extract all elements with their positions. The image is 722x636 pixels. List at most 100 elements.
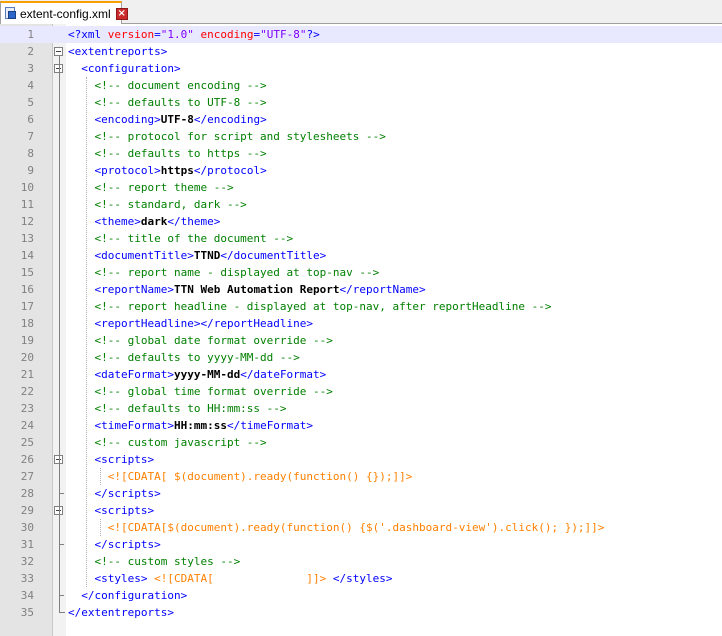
code-editor[interactable]: 1 <?xml version="1.0" encoding="UTF-8"?> 2… (0, 24, 722, 636)
code-text: <!-- document encoding --> (68, 77, 266, 94)
code-token: </scripts> (68, 538, 161, 551)
line-number: 17 (20, 300, 34, 313)
code-token: </styles> (326, 572, 393, 585)
line-number: 24 (20, 419, 34, 432)
code-text: <!-- report headline - displayed at top-… (68, 298, 551, 315)
code-text: <encoding>UTF-8</encoding> (68, 111, 266, 128)
code-line[interactable]: 24 <timeFormat>HH:mm:ss</timeFormat> (0, 417, 722, 434)
code-line[interactable]: 9 <protocol>https</protocol> (0, 162, 722, 179)
code-line[interactable]: 16 <reportName>TTN Web Automation Report… (0, 281, 722, 298)
code-token: <styles> (68, 572, 155, 585)
code-token: <theme> (68, 215, 141, 228)
line-number: 8 (27, 147, 34, 160)
code-line[interactable]: 25 <!-- custom javascript --> (0, 434, 722, 451)
fold-end-mark (59, 608, 65, 613)
code-line[interactable]: 33 <styles> <![CDATA[ ]]> </styles> (0, 570, 722, 587)
code-token: <!-- custom javascript --> (68, 436, 267, 449)
code-line[interactable]: 22 <!-- global time format override --> (0, 383, 722, 400)
code-token: version (107, 28, 155, 41)
tab-bar: extent-config.xml × (0, 0, 722, 24)
code-text: <!-- global date format override --> (68, 332, 333, 349)
close-tab-icon[interactable]: × (115, 7, 128, 20)
code-token: <configuration> (68, 62, 181, 75)
code-token: <!-- defaults to yyyy-MM-dd --> (68, 351, 300, 364)
code-text: <!-- protocol for script and stylesheets… (68, 128, 385, 145)
line-number: 1 (27, 28, 34, 41)
tab-label: extent-config.xml (20, 6, 111, 21)
fold-end-mark (59, 595, 64, 596)
code-token: <![CDATA[$(document).ready(function() {$… (68, 521, 605, 534)
code-line[interactable]: 10 <!-- report theme --> (0, 179, 722, 196)
line-number: 13 (20, 232, 34, 245)
code-line[interactable]: 28 </scripts> (0, 485, 722, 502)
code-token: <![CDATA[ ]]> (154, 572, 327, 585)
line-number: 32 (20, 555, 34, 568)
code-line[interactable]: 17 <!-- report headline - displayed at t… (0, 298, 722, 315)
code-token: </documentTitle> (220, 249, 327, 262)
code-line[interactable]: 23 <!-- defaults to HH:mm:ss --> (0, 400, 722, 417)
code-token: <!-- report theme --> (68, 181, 234, 194)
code-line[interactable]: 2 <extentreports> (0, 43, 722, 60)
code-text: <!-- custom styles --> (68, 553, 240, 570)
code-text: <?xml version="1.0" encoding="UTF-8"?> (68, 26, 320, 43)
code-line[interactable]: 26 <scripts> (0, 451, 722, 468)
code-line[interactable]: 35 </extentreports> (0, 604, 722, 621)
code-line[interactable]: 11 <!-- standard, dark --> (0, 196, 722, 213)
code-token: "UTF-8" (260, 28, 307, 41)
code-token: <!-- report name - displayed at top-nav … (68, 266, 380, 279)
code-token: <!-- report headline - displayed at top-… (68, 300, 552, 313)
code-line[interactable]: 32 <!-- custom styles --> (0, 553, 722, 570)
code-token: <timeFormat> (68, 419, 174, 432)
code-text: <reportName>TTN Web Automation Report</r… (68, 281, 426, 298)
tab-extent-config[interactable]: extent-config.xml × (0, 1, 128, 24)
line-number: 4 (27, 79, 34, 92)
code-text: <!-- global time format override --> (68, 383, 333, 400)
line-number: 12 (20, 215, 34, 228)
code-line[interactable]: 34 </configuration> (0, 587, 722, 604)
indent-guide (100, 519, 101, 536)
code-text: <dateFormat>yyyy-MM-dd</dateFormat> (68, 366, 326, 383)
code-line[interactable]: 3 <configuration> (0, 60, 722, 77)
line-number: 28 (20, 487, 34, 500)
code-line[interactable]: 18 <reportHeadline></reportHeadline> (0, 315, 722, 332)
code-line[interactable]: 19 <!-- global date format override --> (0, 332, 722, 349)
code-line[interactable]: 21 <dateFormat>yyyy-MM-dd</dateFormat> (0, 366, 722, 383)
code-token: <scripts> (68, 453, 155, 466)
code-line[interactable]: 14 <documentTitle>TTND</documentTitle> (0, 247, 722, 264)
code-line[interactable]: 6 <encoding>UTF-8</encoding> (0, 111, 722, 128)
code-line[interactable]: 13 <!-- title of the document --> (0, 230, 722, 247)
code-line[interactable]: 7 <!-- protocol for script and styleshee… (0, 128, 722, 145)
code-line[interactable]: 20 <!-- defaults to yyyy-MM-dd --> (0, 349, 722, 366)
code-line[interactable]: 12 <theme>dark</theme> (0, 213, 722, 230)
fold-minus-icon[interactable] (54, 47, 63, 56)
line-number: 22 (20, 385, 34, 398)
code-line[interactable]: 8 <!-- defaults to https --> (0, 145, 722, 162)
code-token: <!-- global date format override --> (68, 334, 333, 347)
code-token: </reportName> (339, 283, 426, 296)
code-line[interactable]: 29 <scripts> (0, 502, 722, 519)
line-number: 11 (20, 198, 34, 211)
code-line[interactable]: 31 </scripts> (0, 536, 722, 553)
code-token: <!-- defaults to HH:mm:ss --> (68, 402, 287, 415)
line-number: 5 (27, 96, 34, 109)
code-line[interactable]: 5 <!-- defaults to UTF-8 --> (0, 94, 722, 111)
line-number: 21 (20, 368, 34, 381)
code-line[interactable]: 1 <?xml version="1.0" encoding="UTF-8"?> (0, 26, 722, 43)
code-line[interactable]: 15 <!-- report name - displayed at top-n… (0, 264, 722, 281)
code-token: <!-- global time format override --> (68, 385, 333, 398)
code-text: <timeFormat>HH:mm:ss</timeFormat> (68, 417, 313, 434)
code-token: <reportName> (68, 283, 174, 296)
code-token: = (154, 28, 161, 41)
code-line[interactable]: 27 <![CDATA[ $(document).ready(function(… (0, 468, 722, 485)
code-token: <encoding> (68, 113, 161, 126)
code-token: </configuration> (68, 589, 188, 602)
code-token: <scripts> (68, 504, 155, 517)
line-number: 9 (27, 164, 34, 177)
code-text: </extentreports> (68, 604, 174, 621)
code-line[interactable]: 4 <!-- document encoding --> (0, 77, 722, 94)
code-token: "1.0" (160, 28, 194, 41)
code-line[interactable]: 30 <![CDATA[$(document).ready(function()… (0, 519, 722, 536)
code-text: <reportHeadline></reportHeadline> (68, 315, 313, 332)
code-text: </scripts> (68, 485, 160, 502)
line-number: 26 (20, 453, 34, 466)
